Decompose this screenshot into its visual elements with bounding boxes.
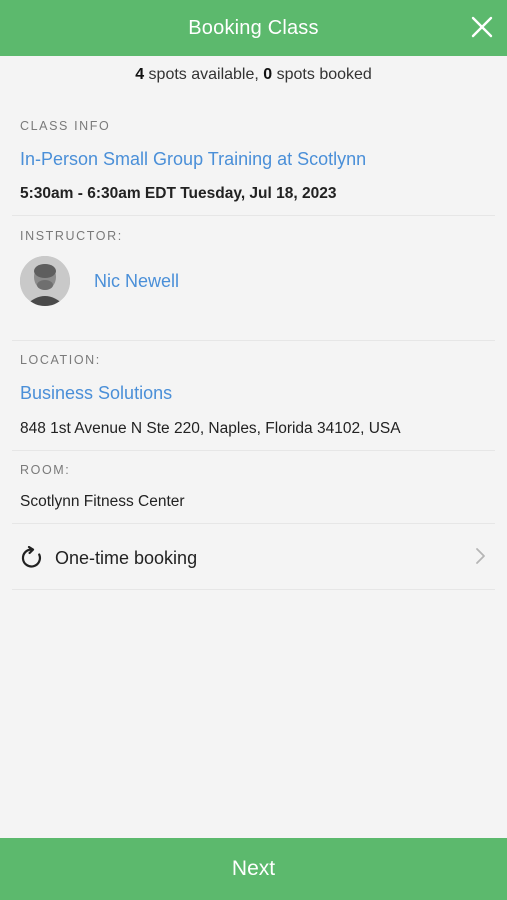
divider <box>12 523 495 524</box>
location-address: 848 1st Avenue N Ste 220, Naples, Florid… <box>20 420 401 437</box>
spots-booked-text: spots booked <box>272 66 372 83</box>
location-label: LOCATION: <box>20 353 101 367</box>
chevron-right-icon <box>476 548 485 564</box>
avatar[interactable] <box>20 256 70 306</box>
class-name-link[interactable]: In-Person Small Group Training at Scotly… <box>20 149 495 170</box>
spots-available-count: 4 <box>135 66 145 83</box>
room-name: Scotlynn Fitness Center <box>20 493 185 510</box>
location-name-link[interactable]: Business Solutions <box>20 383 495 404</box>
header-bar: Booking Class <box>0 0 507 56</box>
instructor-label: INSTRUCTOR: <box>20 229 123 243</box>
divider <box>12 340 495 341</box>
spots-booked-count: 0 <box>263 66 273 83</box>
page-title: Booking Class <box>188 16 319 39</box>
instructor-name-link[interactable]: Nic Newell <box>94 271 179 292</box>
divider <box>12 215 495 216</box>
booking-type-row[interactable]: One-time booking <box>12 527 495 589</box>
spots-available-text: spots available, <box>144 66 264 83</box>
class-datetime: 5:30am - 6:30am EDT Tuesday, Jul 18, 202… <box>20 185 337 202</box>
repeat-icon <box>21 546 41 568</box>
divider <box>12 450 495 451</box>
room-label: ROOM: <box>20 463 71 477</box>
close-icon[interactable] <box>469 14 495 40</box>
instructor-photo-icon <box>20 256 70 306</box>
divider <box>12 589 495 590</box>
spots-summary: 4 spots available, 0 spots booked <box>0 66 507 84</box>
booking-type-label: One-time booking <box>55 547 198 568</box>
next-button[interactable]: Next <box>0 838 507 900</box>
class-info-label: CLASS INFO <box>20 119 111 133</box>
